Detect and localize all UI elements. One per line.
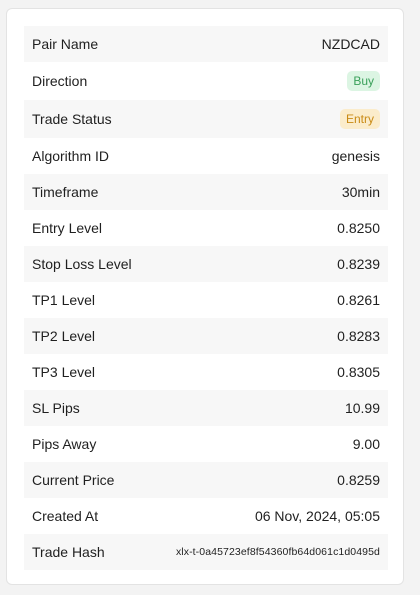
direction-label: Direction [32,73,88,89]
row-algorithm-id: Algorithm ID genesis [24,138,388,174]
trade-details-card: Pair Name NZDCAD Direction Buy Trade Sta… [6,8,404,585]
tp1-level-label: TP1 Level [32,292,96,308]
pair-name-value: NZDCAD [321,36,380,52]
row-tp3-level: TP3 Level 0.8305 [24,354,388,390]
timeframe-label: Timeframe [32,184,99,200]
pair-name-label: Pair Name [32,36,99,52]
trade-hash-label: Trade Hash [32,544,105,560]
entry-level-label: Entry Level [32,220,103,236]
tp1-level-value: 0.8261 [337,292,380,308]
tp2-level-label: TP2 Level [32,328,96,344]
entry-level-value: 0.8250 [337,220,380,236]
row-entry-level: Entry Level 0.8250 [24,210,388,246]
direction-badge: Buy [347,71,380,91]
created-at-value: 06 Nov, 2024, 05:05 [254,508,380,524]
row-direction: Direction Buy [24,62,388,100]
created-at-label: Created At [32,508,99,524]
row-created-at: Created At 06 Nov, 2024, 05:05 [24,498,388,534]
row-current-price: Current Price 0.8259 [24,462,388,498]
trade-status-badge: Entry [339,109,380,129]
row-timeframe: Timeframe 30min [24,174,388,210]
row-sl-pips: SL Pips 10.99 [24,390,388,426]
stop-loss-level-value: 0.8239 [337,256,380,272]
stop-loss-level-label: Stop Loss Level [32,256,132,272]
algorithm-id-label: Algorithm ID [32,148,110,164]
timeframe-value: 30min [341,184,380,200]
tp3-level-label: TP3 Level [32,364,96,380]
row-tp2-level: TP2 Level 0.8283 [24,318,388,354]
row-trade-status: Trade Status Entry [24,100,388,138]
row-pair-name: Pair Name NZDCAD [24,26,388,62]
sl-pips-value: 10.99 [344,400,380,416]
row-trade-hash: Trade Hash xlx-t-0a45723ef8f54360fb64d06… [24,534,388,570]
pips-away-value: 9.00 [352,436,380,452]
current-price-label: Current Price [32,472,115,488]
sl-pips-label: SL Pips [32,400,80,416]
trade-details-list: Pair Name NZDCAD Direction Buy Trade Sta… [24,26,388,570]
algorithm-id-value: genesis [331,148,380,164]
pips-away-label: Pips Away [32,436,97,452]
trade-hash-value: xlx-t-0a45723ef8f54360fb64d061c1d0495d [175,546,380,558]
current-price-value: 0.8259 [337,472,380,488]
row-tp1-level: TP1 Level 0.8261 [24,282,388,318]
row-pips-away: Pips Away 9.00 [24,426,388,462]
row-stop-loss-level: Stop Loss Level 0.8239 [24,246,388,282]
tp3-level-value: 0.8305 [337,364,380,380]
tp2-level-value: 0.8283 [337,328,380,344]
trade-status-label: Trade Status [32,111,112,127]
